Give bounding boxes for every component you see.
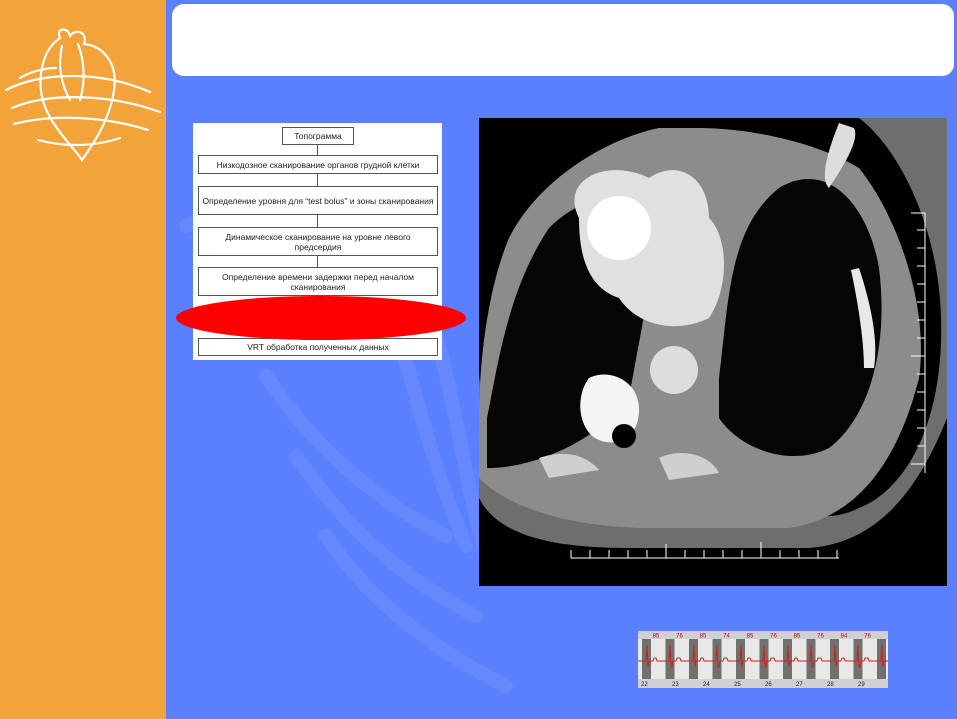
ecg-time-label: 27 [796,682,803,688]
flow-connector [317,215,318,227]
ecg-heart-rate-label: 74 [723,634,730,640]
ecg-heart-rate-label: 76 [770,634,777,640]
ecg-chart: 85768574857685768476 22232425262728291 [638,631,893,688]
flow-step-vrt-processing: VRT обработка полученных данных [198,338,438,356]
ecg-heart-rate-label: 85 [700,634,707,640]
flow-step-test-bolus: Определение уровня для “test bolus” и зо… [198,186,438,215]
ecg-heart-rate-label: 76 [817,634,824,640]
ecg-heart-rate-label: 76 [676,634,683,640]
ecg-heart-rate-label: 84 [841,634,848,640]
flow-step-topogram: Топограмма [282,127,354,145]
ecg-time-label: 28 [827,682,834,688]
ecg-time-label: 22 [641,682,648,688]
sidebar [0,0,166,719]
flow-connector [317,145,318,155]
ct-scan-image [479,118,947,586]
ecg-heart-rate-label: 85 [794,634,801,640]
ecg-time-label: 25 [734,682,741,688]
ecg-strip: 85768574857685768476 22232425262728291 [638,631,893,688]
ecg-time-label: 29 [858,682,865,688]
flow-connector [317,174,318,186]
flow-step-delay-time: Определение времени задержки перед начал… [198,267,438,296]
title-bar [172,4,954,76]
flow-step-dynamic-scan: Динамическое сканирование на уровне лево… [198,227,438,256]
flow-step-low-dose-scan: Низкодозное сканирование органов грудной… [198,155,438,174]
highlight-oval [176,296,466,340]
flow-connector [317,256,318,267]
ecg-heart-rate-label: 76 [864,634,871,640]
ecg-heart-rate-label: 85 [653,634,660,640]
ecg-time-label: 24 [703,682,710,688]
ecg-heart-rate-label: 85 [747,634,754,640]
ecg-time-label: 23 [672,682,679,688]
heart-logo-icon [4,28,162,163]
ecg-time-label: 26 [765,682,772,688]
